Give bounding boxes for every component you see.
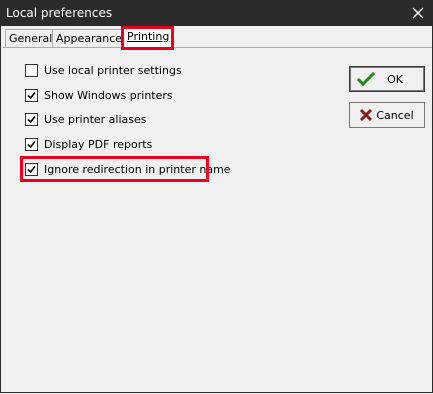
checkbox-display-pdf-reports[interactable]	[25, 137, 38, 151]
tab-appearance-label: Appearance	[56, 32, 123, 45]
x-icon	[356, 105, 376, 125]
ok-button[interactable]: OK	[349, 66, 425, 92]
option-label: Show Windows printers	[44, 88, 173, 102]
checkmark-icon	[27, 140, 36, 148]
option-show-windows-printers[interactable]: Show Windows printers	[25, 87, 173, 103]
tab-highlight	[121, 26, 174, 50]
close-button[interactable]	[403, 0, 433, 26]
checkmark-icon	[27, 115, 36, 123]
tab-general-label: General	[9, 32, 53, 45]
option-label: Use printer aliases	[44, 112, 147, 126]
ok-label: OK	[387, 72, 403, 86]
option-highlight	[20, 156, 209, 182]
checkbox-use-printer-aliases[interactable]	[25, 112, 38, 126]
check-icon	[356, 69, 376, 89]
window-title: Local preferences	[6, 6, 113, 20]
title-bar: Local preferences	[0, 0, 433, 26]
option-use-local-printer-settings[interactable]: Use local printer settings	[25, 62, 182, 78]
option-label: Display PDF reports	[44, 137, 153, 151]
cancel-label: Cancel	[376, 108, 414, 122]
cancel-button[interactable]: Cancel	[349, 102, 425, 128]
checkmark-icon	[27, 91, 36, 99]
checkbox-use-local-printer-settings[interactable]	[25, 63, 38, 77]
tab-general[interactable]: General	[5, 29, 57, 47]
checkbox-show-windows-printers[interactable]	[25, 88, 38, 102]
option-label: Use local printer settings	[44, 63, 182, 77]
tab-divider	[3, 47, 432, 48]
close-icon	[412, 7, 424, 19]
tab-appearance[interactable]: Appearance	[52, 29, 127, 47]
option-use-printer-aliases[interactable]: Use printer aliases	[25, 111, 147, 127]
dialog-body: General Appearance Printing Use local pr…	[0, 26, 433, 393]
option-display-pdf-reports[interactable]: Display PDF reports	[25, 136, 152, 152]
